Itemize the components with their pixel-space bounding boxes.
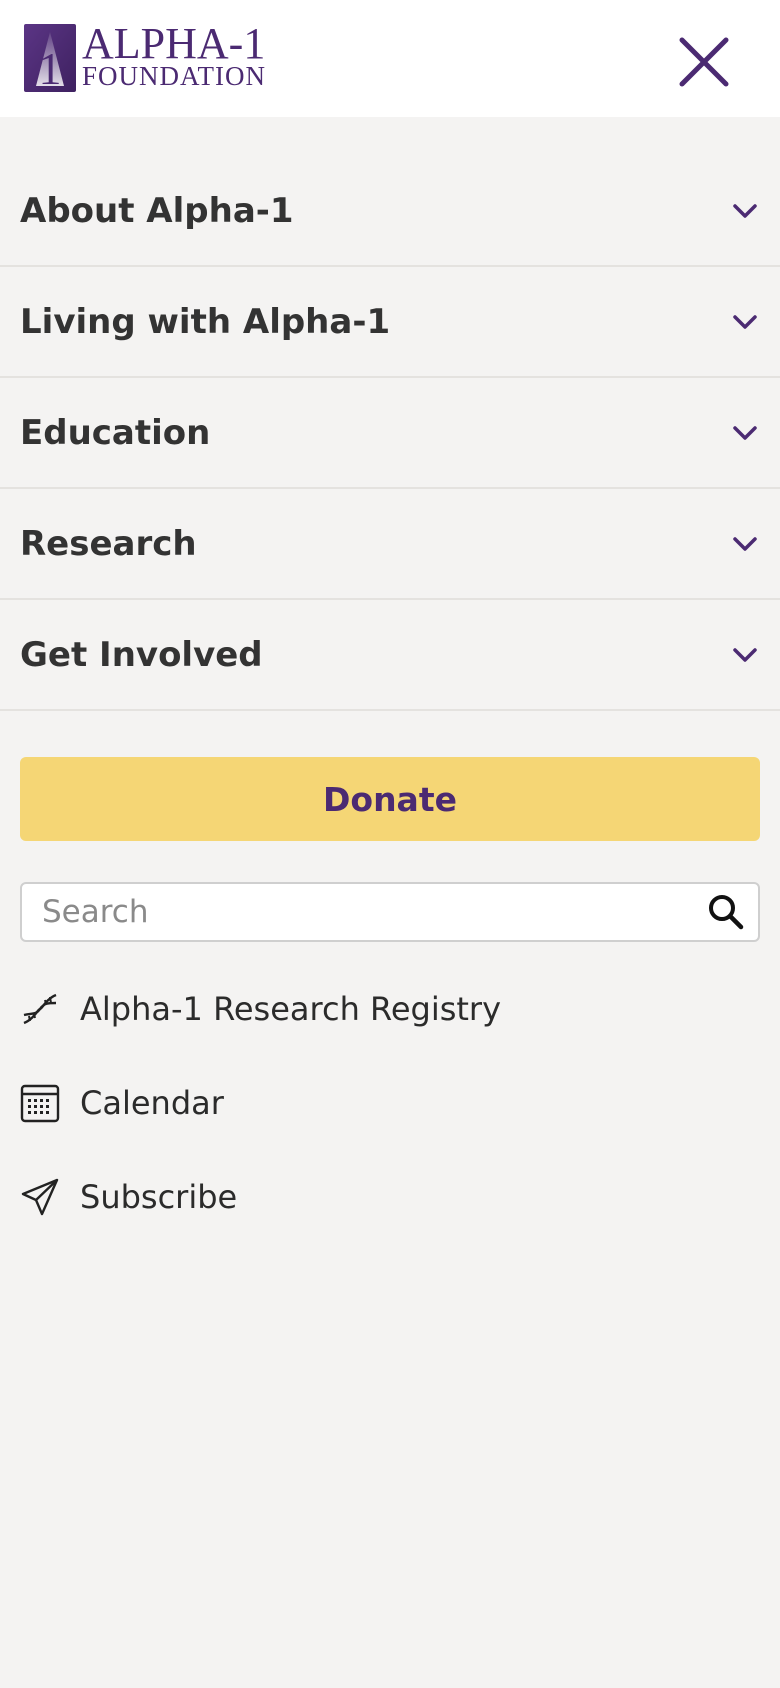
chevron-down-icon[interactable] <box>730 529 760 559</box>
logo-line-2: FOUNDATION <box>82 61 266 91</box>
logo-wordmark: ALPHA-1 FOUNDATION <box>82 22 266 91</box>
quick-links: Alpha-1 Research Registry Calendar Subsc… <box>20 962 760 1244</box>
chevron-down-icon[interactable] <box>730 196 760 226</box>
nav-item-living-with-alpha-1[interactable]: Living with Alpha-1 <box>0 267 780 378</box>
link-calendar[interactable]: Calendar <box>20 1056 760 1150</box>
chevron-down-icon[interactable] <box>730 640 760 670</box>
search-box <box>20 882 760 942</box>
close-menu-button[interactable] <box>672 30 736 94</box>
link-subscribe[interactable]: Subscribe <box>20 1150 760 1244</box>
paper-plane-icon <box>20 1177 60 1217</box>
nav-item-research[interactable]: Research <box>0 489 780 600</box>
chevron-down-icon[interactable] <box>730 307 760 337</box>
nav-item-get-involved[interactable]: Get Involved <box>0 600 780 711</box>
nav-item-label: Research <box>20 523 197 564</box>
link-label: Calendar <box>80 1084 224 1122</box>
nav-item-label: Living with Alpha-1 <box>20 301 391 342</box>
link-label: Alpha-1 Research Registry <box>80 990 502 1028</box>
logo-mark-icon: 1 <box>24 24 76 92</box>
nav-item-label: Education <box>20 412 211 453</box>
main-nav: About Alpha-1 Living with Alpha-1 Educat… <box>0 156 780 711</box>
search-input[interactable] <box>22 884 704 940</box>
close-icon <box>679 37 729 87</box>
chevron-down-icon[interactable] <box>730 418 760 448</box>
calendar-icon <box>20 1083 60 1123</box>
link-research-registry[interactable]: Alpha-1 Research Registry <box>20 962 760 1056</box>
donate-button[interactable]: Donate <box>20 757 760 841</box>
nav-item-about-alpha-1[interactable]: About Alpha-1 <box>0 156 780 267</box>
alpha-1-foundation-logo[interactable]: 1 ALPHA-1 FOUNDATION <box>24 22 266 92</box>
search-icon[interactable] <box>704 890 748 934</box>
site-header: 1 ALPHA-1 FOUNDATION <box>0 0 780 117</box>
logo-line-1: ALPHA-1 <box>82 19 266 68</box>
nav-item-label: About Alpha-1 <box>20 190 294 231</box>
logo-mark-numeral: 1 <box>39 43 62 92</box>
nav-item-education[interactable]: Education <box>0 378 780 489</box>
dna-icon <box>20 989 60 1029</box>
link-label: Subscribe <box>80 1178 238 1216</box>
nav-item-label: Get Involved <box>20 634 263 675</box>
